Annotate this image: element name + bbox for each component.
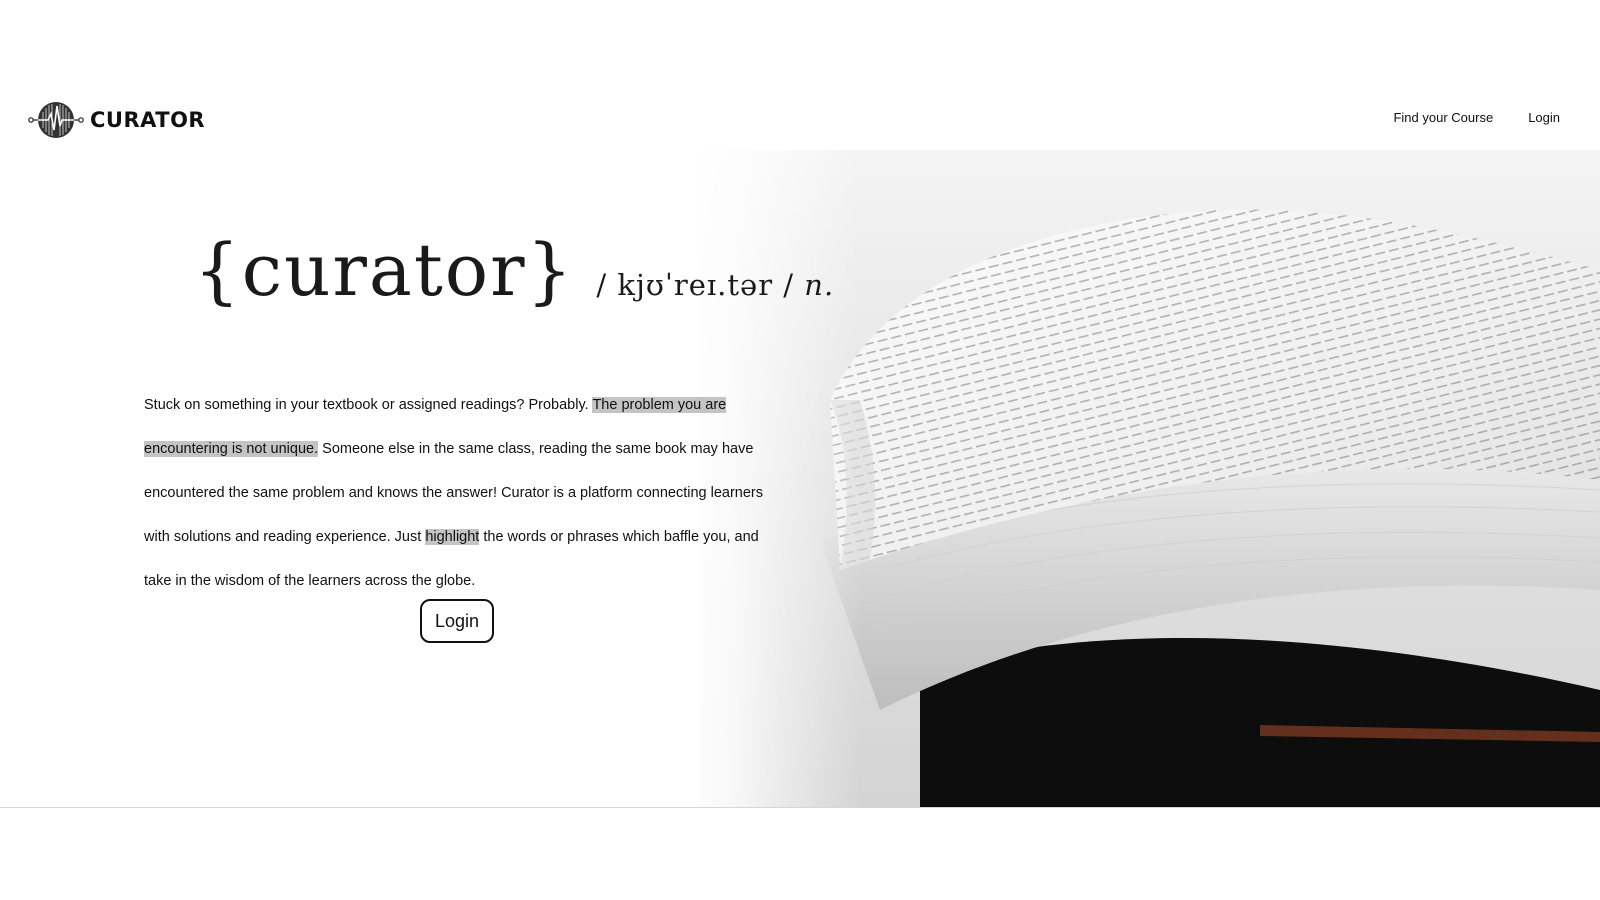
brand-name: CURATOR (90, 108, 206, 132)
intro-text-1: Stuck on something in your textbook or a… (144, 396, 593, 413)
nav-login-link[interactable]: Login (1528, 110, 1560, 125)
pronunciation-text: / kjʊˈreɪ.tər / (596, 268, 795, 302)
login-button[interactable]: Login (420, 599, 494, 643)
main-nav: Find your Course Login (1393, 110, 1560, 125)
part-of-speech: n. (804, 268, 835, 302)
dictionary-heading: {curator} / kjʊˈreɪ.tər / n. (194, 228, 834, 312)
pronunciation: / kjʊˈreɪ.tər / n. (596, 268, 834, 302)
soundwave-circle-icon (28, 102, 84, 138)
intro-paragraph: Stuck on something in your textbook or a… (144, 383, 784, 603)
headword: {curator} (194, 228, 575, 312)
landing-page: CURATOR Find your Course Login {curator}… (0, 0, 1600, 900)
nav-find-course-link[interactable]: Find your Course (1393, 110, 1493, 125)
highlighted-word: highlight (425, 528, 480, 545)
brand-logo[interactable]: CURATOR (28, 100, 205, 140)
site-header: CURATOR Find your Course Login (0, 90, 1600, 148)
hero-section: {curator} / kjʊˈreɪ.tər / n. Stuck on so… (0, 150, 1600, 808)
